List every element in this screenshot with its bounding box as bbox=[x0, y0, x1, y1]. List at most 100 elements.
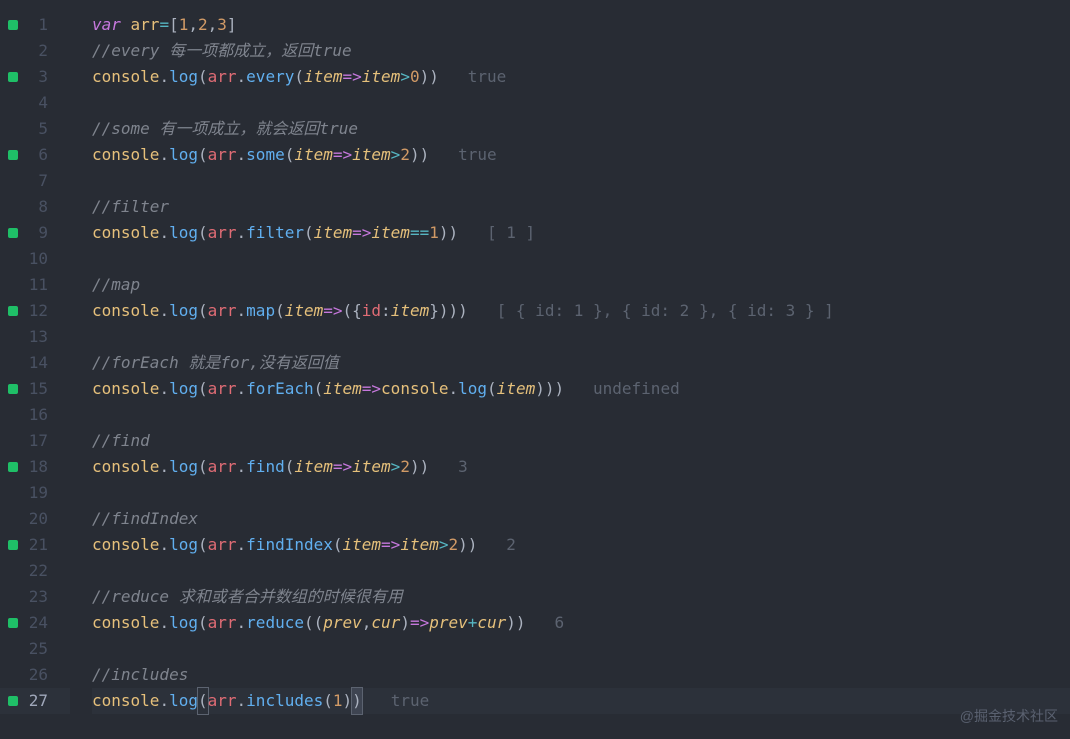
code-token: item bbox=[294, 454, 333, 480]
breakpoint-marker-icon[interactable] bbox=[8, 462, 18, 472]
gutter-row[interactable]: 20 bbox=[0, 506, 70, 532]
code-token: ( bbox=[333, 532, 343, 558]
code-token: ( bbox=[487, 376, 497, 402]
code-token: . bbox=[237, 142, 247, 168]
gutter-row[interactable]: 6 bbox=[0, 142, 70, 168]
gutter-row[interactable]: 21 bbox=[0, 532, 70, 558]
line-number: 3 bbox=[38, 64, 48, 90]
code-line[interactable] bbox=[92, 402, 1070, 428]
code-line[interactable] bbox=[92, 480, 1070, 506]
code-line[interactable]: //reduce 求和或者合并数组的时候很有用 bbox=[92, 584, 1070, 610]
breakpoint-marker-icon[interactable] bbox=[8, 72, 18, 82]
code-token: [ bbox=[169, 12, 179, 38]
gutter-row[interactable]: 10 bbox=[0, 246, 70, 272]
breakpoint-marker-icon[interactable] bbox=[8, 384, 18, 394]
gutter-row[interactable]: 19 bbox=[0, 480, 70, 506]
breakpoint-marker-icon[interactable] bbox=[8, 150, 18, 160]
code-token: = bbox=[159, 12, 169, 38]
code-line[interactable] bbox=[92, 636, 1070, 662]
gutter-row[interactable]: 14 bbox=[0, 350, 70, 376]
code-line[interactable]: console.log(arr.some(item=>item>2)) true bbox=[92, 142, 1070, 168]
code-line[interactable]: console.log(arr.every(item=>item>0)) tru… bbox=[92, 64, 1070, 90]
code-token: item bbox=[343, 532, 382, 558]
gutter-row[interactable]: 16 bbox=[0, 402, 70, 428]
gutter-row[interactable]: 15 bbox=[0, 376, 70, 402]
code-token: log bbox=[169, 688, 198, 714]
gutter-row[interactable]: 27 bbox=[0, 688, 70, 714]
code-token: prev bbox=[323, 610, 362, 636]
code-line[interactable]: console.log(arr.find(item=>item>2)) 3 bbox=[92, 454, 1070, 480]
code-token: ( bbox=[198, 610, 208, 636]
code-token: (( bbox=[304, 610, 323, 636]
code-line[interactable] bbox=[92, 246, 1070, 272]
code-line[interactable] bbox=[92, 558, 1070, 584]
gutter-row[interactable]: 26 bbox=[0, 662, 70, 688]
code-line[interactable]: //includes bbox=[92, 662, 1070, 688]
gutter-row[interactable]: 1 bbox=[0, 12, 70, 38]
code-token: find bbox=[246, 454, 285, 480]
gutter-row[interactable]: 8 bbox=[0, 194, 70, 220]
code-token: item bbox=[323, 376, 362, 402]
gutter-row[interactable]: 4 bbox=[0, 90, 70, 116]
code-line[interactable]: console.log(arr.map(item=>({id:item}))) … bbox=[92, 298, 1070, 324]
code-token: 3 bbox=[217, 12, 227, 38]
code-token: console bbox=[92, 220, 159, 246]
code-token: log bbox=[169, 142, 198, 168]
code-token: item bbox=[362, 64, 401, 90]
gutter-row[interactable]: 17 bbox=[0, 428, 70, 454]
code-line[interactable]: var arr=[1,2,3] bbox=[92, 12, 1070, 38]
code-line[interactable] bbox=[92, 90, 1070, 116]
code-line[interactable]: console.log(arr.filter(item=>item==1)) [… bbox=[92, 220, 1070, 246]
code-area[interactable]: var arr=[1,2,3]//every 每一项都成立，返回truecons… bbox=[70, 0, 1070, 739]
gutter-row[interactable]: 7 bbox=[0, 168, 70, 194]
line-number: 11 bbox=[29, 272, 48, 298]
code-token: console bbox=[92, 532, 159, 558]
breakpoint-marker-icon[interactable] bbox=[8, 228, 18, 238]
code-token: 0 bbox=[410, 64, 420, 90]
gutter-row[interactable]: 11 bbox=[0, 272, 70, 298]
gutter-row[interactable]: 12 bbox=[0, 298, 70, 324]
gutter-row[interactable]: 25 bbox=[0, 636, 70, 662]
code-token: item bbox=[304, 64, 343, 90]
code-editor[interactable]: 1234567891011121314151617181920212223242… bbox=[0, 0, 1070, 739]
code-token: cur bbox=[477, 610, 506, 636]
code-line[interactable]: console.log(arr.forEach(item=>console.lo… bbox=[92, 376, 1070, 402]
code-line[interactable]: //forEach 就是for,没有返回值 bbox=[92, 350, 1070, 376]
gutter-row[interactable]: 13 bbox=[0, 324, 70, 350]
code-line[interactable] bbox=[92, 324, 1070, 350]
gutter-row[interactable]: 3 bbox=[0, 64, 70, 90]
code-line[interactable]: //every 每一项都成立，返回true bbox=[92, 38, 1070, 64]
code-token: > bbox=[439, 532, 449, 558]
gutter-row[interactable]: 22 bbox=[0, 558, 70, 584]
gutter-row[interactable]: 9 bbox=[0, 220, 70, 246]
code-token: ( bbox=[198, 454, 208, 480]
code-line[interactable]: console.log(arr.reduce((prev,cur)=>prev+… bbox=[92, 610, 1070, 636]
code-line[interactable]: //filter bbox=[92, 194, 1070, 220]
code-token: arr bbox=[208, 220, 237, 246]
code-line[interactable]: //some 有一项成立，就会返回true bbox=[92, 116, 1070, 142]
code-line[interactable]: console.log(arr.includes(1)) true bbox=[92, 688, 1070, 714]
code-token: id bbox=[362, 298, 381, 324]
breakpoint-marker-icon[interactable] bbox=[8, 618, 18, 628]
code-line[interactable]: //find bbox=[92, 428, 1070, 454]
code-token: . bbox=[237, 376, 247, 402]
gutter-row[interactable]: 2 bbox=[0, 38, 70, 64]
code-line[interactable]: //findIndex bbox=[92, 506, 1070, 532]
gutter-row[interactable]: 18 bbox=[0, 454, 70, 480]
code-token: prev bbox=[429, 610, 468, 636]
code-line[interactable]: //map bbox=[92, 272, 1070, 298]
code-line[interactable] bbox=[92, 168, 1070, 194]
breakpoint-marker-icon[interactable] bbox=[8, 540, 18, 550]
code-token: cur bbox=[371, 610, 400, 636]
code-token: ( bbox=[304, 220, 314, 246]
code-token: arr bbox=[208, 376, 237, 402]
watermark: @掘金技术社区 bbox=[960, 703, 1058, 729]
breakpoint-marker-icon[interactable] bbox=[8, 20, 18, 30]
code-token: log bbox=[169, 376, 198, 402]
breakpoint-marker-icon[interactable] bbox=[8, 696, 18, 706]
gutter-row[interactable]: 23 bbox=[0, 584, 70, 610]
gutter-row[interactable]: 5 bbox=[0, 116, 70, 142]
breakpoint-marker-icon[interactable] bbox=[8, 306, 18, 316]
gutter-row[interactable]: 24 bbox=[0, 610, 70, 636]
code-line[interactable]: console.log(arr.findIndex(item=>item>2))… bbox=[92, 532, 1070, 558]
